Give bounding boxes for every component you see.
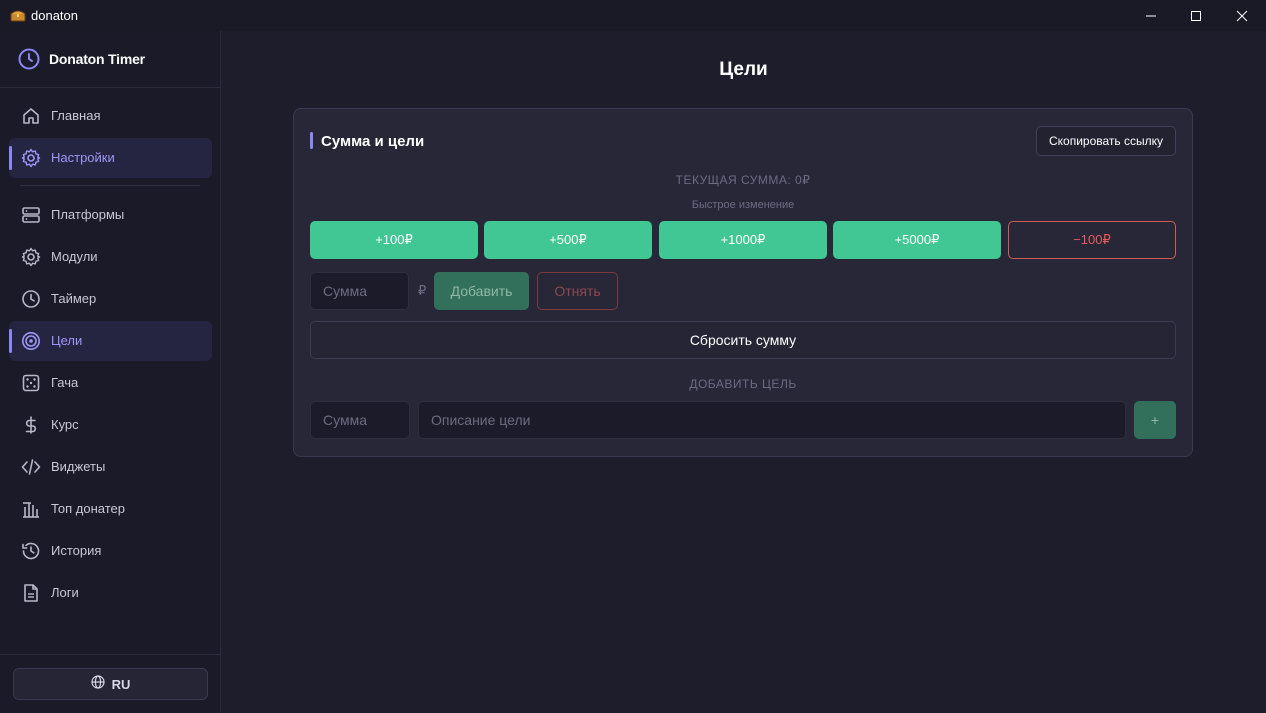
sidebar-item-label: Цели <box>51 333 83 348</box>
sidebar-item-goals[interactable]: Цели <box>9 321 212 361</box>
add-goal-button[interactable]: + <box>1134 401 1176 439</box>
sidebar-item-logs[interactable]: Логи <box>9 573 212 613</box>
quick-subtract-100-button[interactable]: −100₽ <box>1008 221 1176 259</box>
sidebar-item-timer[interactable]: Таймер <box>9 279 212 319</box>
subtract-sum-button[interactable]: Отнять <box>537 272 618 310</box>
brand: Donaton Timer <box>0 31 220 88</box>
target-icon <box>21 331 41 351</box>
dollar-icon <box>21 415 41 435</box>
sidebar-item-widgets[interactable]: Виджеты <box>9 447 212 487</box>
page-title: Цели <box>719 59 768 80</box>
podium-icon <box>21 499 41 519</box>
quick-add-5000-button[interactable]: +5000₽ <box>833 221 1001 259</box>
minimize-button[interactable] <box>1128 0 1174 31</box>
quick-add-1000-button[interactable]: +1000₽ <box>659 221 827 259</box>
quick-change-label: Быстрое изменение <box>691 199 795 211</box>
sidebar-item-gacha[interactable]: Гача <box>9 363 212 403</box>
quick-add-500-button[interactable]: +500₽ <box>484 221 652 259</box>
gear-icon <box>21 247 41 267</box>
language-button[interactable]: RU <box>13 668 208 700</box>
card-title: Сумма и цели <box>321 133 425 150</box>
minimize-icon <box>1146 15 1156 16</box>
close-icon <box>1236 10 1248 21</box>
code-icon <box>21 457 41 477</box>
copy-link-button[interactable]: Скопировать ссылку <box>1036 126 1176 156</box>
sum-goals-card: Сумма и цели Скопировать ссылку ТЕКУЩАЯ … <box>293 108 1193 457</box>
sidebar-item-label: Логи <box>51 585 79 600</box>
app-window: donaton Donaton Timer Главная Настройки … <box>0 0 1266 713</box>
maximize-icon <box>1191 10 1201 21</box>
maximize-button[interactable] <box>1173 0 1219 31</box>
reset-sum-button[interactable]: Сбросить сумму <box>310 321 1176 359</box>
sidebar-item-label: Виджеты <box>51 459 106 474</box>
brand-title: Donaton Timer <box>49 51 145 67</box>
sidebar-item-platforms[interactable]: Платформы <box>9 195 212 235</box>
globe-icon <box>91 674 105 694</box>
main-content: Цели Сумма и цели Скопировать ссылку ТЕК… <box>221 31 1266 713</box>
sidebar-divider <box>20 185 200 186</box>
clock-icon <box>18 48 40 70</box>
title-bar[interactable]: donaton <box>0 0 1266 31</box>
sidebar-item-top-donator[interactable]: Топ донатер <box>9 489 212 529</box>
card-accent-bar <box>310 132 313 149</box>
currency-sign: ₽ <box>418 283 427 298</box>
add-sum-button[interactable]: Добавить <box>434 272 529 310</box>
close-button[interactable] <box>1219 0 1265 31</box>
file-icon <box>21 583 41 603</box>
goal-description-input[interactable]: Описание цели <box>418 401 1126 439</box>
current-sum-label: ТЕКУЩАЯ СУММА: 0₽ <box>675 173 811 187</box>
sidebar-item-home[interactable]: Главная <box>9 96 212 136</box>
sidebar-item-label: Модули <box>51 249 98 264</box>
sidebar-item-label: История <box>51 543 102 558</box>
home-icon <box>21 106 41 126</box>
gear-icon <box>21 148 41 168</box>
sidebar-item-history[interactable]: История <box>9 531 212 571</box>
sidebar-item-label: Курс <box>51 417 79 432</box>
sidebar-item-label: Топ донатер <box>51 501 126 516</box>
sidebar-item-modules[interactable]: Модули <box>9 237 212 277</box>
server-icon <box>21 205 41 225</box>
sidebar-item-settings[interactable]: Настройки <box>9 138 212 178</box>
goal-sum-input[interactable]: Сумма <box>310 401 410 439</box>
clock-icon <box>21 289 41 309</box>
dice-icon <box>21 373 41 393</box>
sidebar-item-rate[interactable]: Курс <box>9 405 212 445</box>
sidebar-item-label: Платформы <box>51 207 125 222</box>
history-icon <box>21 541 41 561</box>
sidebar: Donaton Timer Главная Настройки Платформ… <box>0 31 221 713</box>
sidebar-item-label: Таймер <box>51 291 97 306</box>
sidebar-item-label: Гача <box>51 375 79 390</box>
language-label: RU <box>111 676 131 692</box>
quick-add-100-button[interactable]: +100₽ <box>310 221 478 259</box>
sidebar-item-label: Настройки <box>51 150 115 165</box>
add-goal-label: ДОБАВИТЬ ЦЕЛЬ <box>689 377 797 391</box>
treasure-chest-icon <box>10 8 26 22</box>
sidebar-footer-divider <box>0 654 220 655</box>
window-title: donaton <box>31 8 78 23</box>
sidebar-item-label: Главная <box>51 108 101 123</box>
sum-input[interactable]: Сумма <box>310 272 409 310</box>
